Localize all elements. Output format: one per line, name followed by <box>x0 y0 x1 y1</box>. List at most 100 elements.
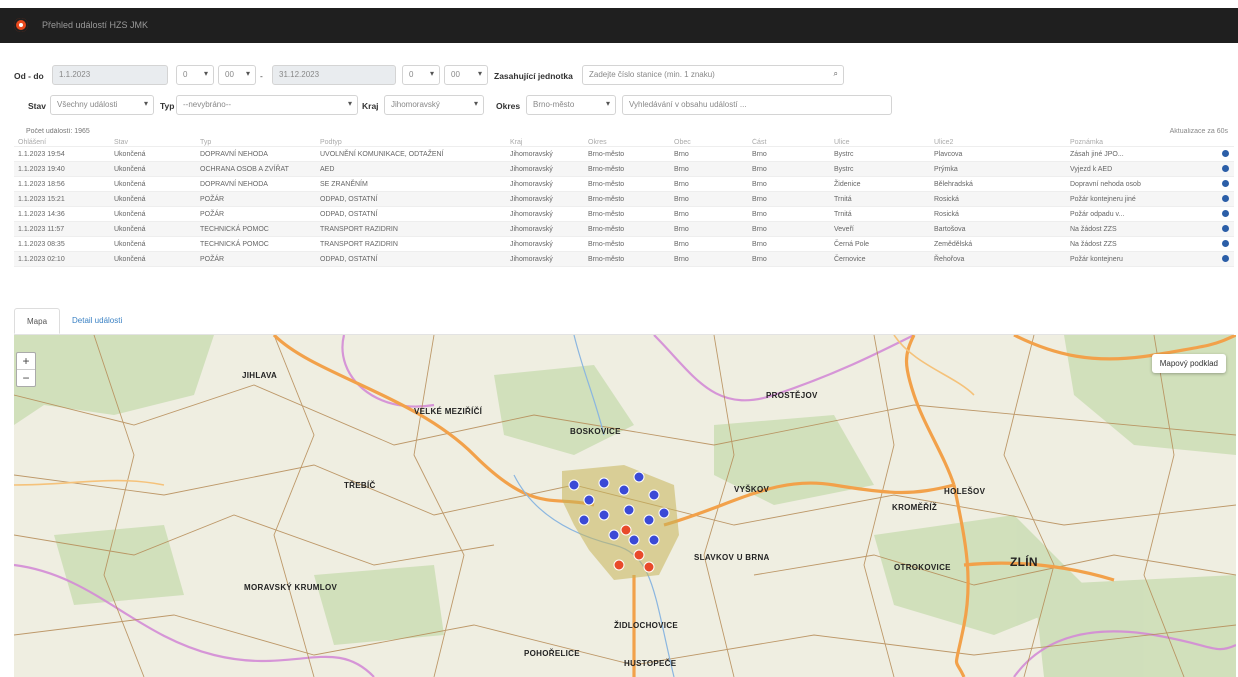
table-cell: DOPRAVNÍ NEHODA <box>196 176 316 192</box>
table-cell: Brno <box>748 191 830 207</box>
table-row[interactable]: 1.1.2023 15:21 Ukončená POŽÁR ODPAD, OSTATN… <box>14 191 1234 207</box>
info-cell[interactable] <box>1218 176 1234 192</box>
table-cell: Řehořova <box>930 251 1066 267</box>
table-cell: Zemědělská <box>930 236 1066 252</box>
minute-from-select[interactable]: 00 ▾ <box>218 65 256 85</box>
table-cell: AED <box>316 161 506 177</box>
table-cell: Požár odpadu v... <box>1066 206 1218 222</box>
info-icon[interactable] <box>1222 179 1229 187</box>
kraj-select[interactable]: Jihomoravský ▾ <box>384 95 484 115</box>
table-cell: Ukončená <box>110 251 196 267</box>
minute-to-select[interactable]: 00 ▾ <box>444 65 488 85</box>
table-cell: Černovice <box>830 251 930 267</box>
table-cell: Brno <box>670 236 748 252</box>
column-header[interactable]: Obec <box>670 138 748 147</box>
table-cell: 1.1.2023 11:57 <box>14 221 110 237</box>
info-cell[interactable] <box>1218 146 1234 162</box>
typ-select[interactable]: --nevybráno-- ▾ <box>176 95 358 115</box>
chevron-down-icon: ▾ <box>477 69 482 78</box>
tab-map[interactable]: Mapa <box>14 308 61 334</box>
map-city-label: HUSTOPEČE <box>624 659 677 668</box>
table-row[interactable]: 1.1.2023 19:54 Ukončená DOPRAVNÍ NEHODA UVO… <box>14 146 1234 162</box>
map-city-label: OTROKOVICE <box>894 563 951 572</box>
info-icon[interactable] <box>1222 194 1229 202</box>
table-cell: Brno-město <box>584 236 670 252</box>
table-cell: Ukončená <box>110 161 196 177</box>
table-cell: Židenice <box>830 176 930 192</box>
column-header[interactable]: Podtyp <box>316 138 506 147</box>
typ-label: Typ <box>160 101 175 111</box>
chevron-down-icon: ▾ <box>203 69 208 78</box>
zoom-in-button[interactable]: + <box>17 353 35 369</box>
info-cell[interactable] <box>1218 191 1234 207</box>
info-icon[interactable] <box>1222 224 1229 232</box>
column-header[interactable]: Část <box>748 138 830 147</box>
tab-event-detail[interactable]: Detail události <box>60 308 134 334</box>
info-icon[interactable] <box>1222 164 1229 172</box>
info-cell[interactable] <box>1218 251 1234 267</box>
table-cell: POŽÁR <box>196 191 316 207</box>
table-cell: SE ZRANĚNÍM <box>316 176 506 192</box>
table-cell: Brno <box>748 236 830 252</box>
column-header[interactable]: Ohlášení <box>14 138 110 147</box>
hour-from-select[interactable]: 0 ▾ <box>176 65 214 85</box>
chevron-down-icon: ▾ <box>143 99 148 108</box>
zoom-out-button[interactable]: − <box>17 369 35 386</box>
column-header[interactable]: Ulice <box>830 138 930 147</box>
info-cell[interactable] <box>1218 161 1234 177</box>
table-cell: UVOLNĚNÍ KOMUNIKACE, ODTAŽENÍ <box>316 146 506 162</box>
column-header[interactable]: Typ <box>196 138 316 147</box>
table-row[interactable]: 1.1.2023 18:56 Ukončená DOPRAVNÍ NEHODA SE … <box>14 176 1234 192</box>
unit-label: Zasahující jednotka <box>494 71 573 81</box>
table-cell: TECHNICKÁ POMOC <box>196 236 316 252</box>
info-icon[interactable] <box>1222 254 1229 262</box>
column-header[interactable]: Okres <box>584 138 670 147</box>
table-cell: Brno <box>670 176 748 192</box>
column-header[interactable]: Kraj <box>506 138 584 147</box>
table-cell: Požár kontejneru jiné <box>1066 191 1218 207</box>
info-icon[interactable] <box>1222 209 1229 217</box>
table-row[interactable]: 1.1.2023 19:40 Ukončená OCHRANA OSOB A ZVÍ… <box>14 161 1234 177</box>
info-icon[interactable] <box>1222 239 1229 247</box>
table-cell: 1.1.2023 15:21 <box>14 191 110 207</box>
table-cell: Vyjezd k AED <box>1066 161 1218 177</box>
hour-to-select[interactable]: 0 ▾ <box>402 65 440 85</box>
info-icon[interactable] <box>1222 149 1229 157</box>
column-header[interactable]: Ulice2 <box>930 138 1066 147</box>
table-row[interactable]: 1.1.2023 08:35 Ukončená TECHNICKÁ POMOC TRA… <box>14 236 1234 252</box>
table-cell: Zásah jiné JPO... <box>1066 146 1218 162</box>
table-cell: Černá Pole <box>830 236 930 252</box>
map-layer-button[interactable]: Mapový podklad <box>1151 354 1226 373</box>
stav-select[interactable]: Všechny události ▾ <box>50 95 154 115</box>
table-cell: ODPAD, OSTATNÍ <box>316 191 506 207</box>
date-from-input[interactable]: 1.1.2023 <box>52 65 168 85</box>
table-cell: Jihomoravský <box>506 221 584 237</box>
top-navbar: Přehled událostí HZS JMK <box>0 8 1238 43</box>
event-count: Počet událostí: 1965 <box>26 128 90 135</box>
table-cell: Trnitá <box>830 206 930 222</box>
date-to-input[interactable]: 31.12.2023 <box>272 65 396 85</box>
event-cluster[interactable] <box>562 465 679 580</box>
map-city-label: POHOŘELICE <box>524 649 580 658</box>
column-header[interactable]: Stav <box>110 138 196 147</box>
info-cell[interactable] <box>1218 221 1234 237</box>
info-cell[interactable] <box>1218 206 1234 222</box>
table-cell: Brno-město <box>584 146 670 162</box>
unit-search-input[interactable]: Zadejte číslo stanice (min. 1 znaku) ⌕ <box>582 65 844 85</box>
map-view[interactable]: JIHLAVA ZLÍN KROMĚŘÍŽ PROSTĚJOV VYŠKOV S… <box>14 335 1236 677</box>
events-table-container: Počet událostí: 1965 Aktualizace za 60s … <box>14 128 1234 278</box>
table-cell: Prýmka <box>930 161 1066 177</box>
table-row[interactable]: 1.1.2023 11:57 Ukončená TECHNICKÁ POMOC TRA… <box>14 221 1234 237</box>
table-cell: Veveří <box>830 221 930 237</box>
fulltext-search-input[interactable]: Vyhledávání v obsahu událostí ... <box>622 95 892 115</box>
table-row[interactable]: 1.1.2023 02:10 Ukončená POŽÁR ODPAD, OSTATN… <box>14 251 1234 267</box>
column-header[interactable]: Poznámka <box>1066 138 1218 147</box>
table-row[interactable]: 1.1.2023 14:36 Ukončená POŽÁR ODPAD, OSTATN… <box>14 206 1234 222</box>
okres-label: Okres <box>496 101 521 111</box>
table-cell: Brno-město <box>584 221 670 237</box>
table-cell: Brno <box>670 221 748 237</box>
info-cell[interactable] <box>1218 236 1234 252</box>
chevron-down-icon: ▾ <box>245 69 250 78</box>
table-cell: Rosická <box>930 206 1066 222</box>
okres-select[interactable]: Brno-město ▾ <box>526 95 616 115</box>
